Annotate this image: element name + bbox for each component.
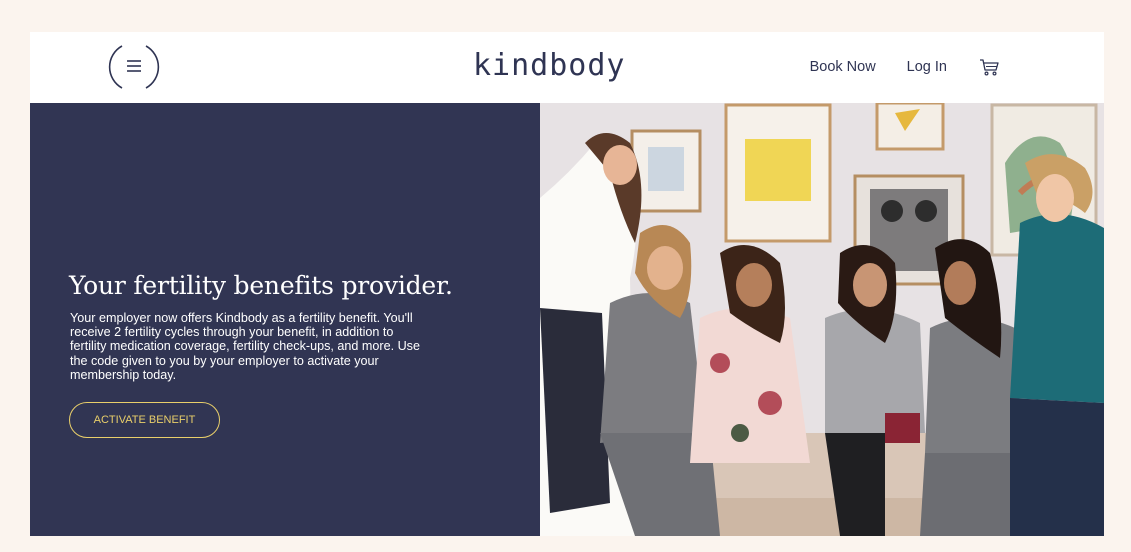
logo[interactable]: kindbody <box>473 46 626 86</box>
hero-description: Your employer now offers Kindbody as a f… <box>70 311 420 382</box>
page-frame: kindbody Book Now Log In Your fertility … <box>30 32 1104 536</box>
top-nav: Book Now Log In <box>810 56 1000 78</box>
menu-button[interactable] <box>106 42 162 92</box>
log-in-link[interactable]: Log In <box>907 59 947 75</box>
cart-icon[interactable] <box>978 56 1000 78</box>
hero-photo <box>540 103 1104 536</box>
hero-panel: Your fertility benefits provider. Your e… <box>30 103 540 536</box>
book-now-link[interactable]: Book Now <box>810 59 876 75</box>
menu-icon <box>108 45 160 89</box>
site-header: kindbody Book Now Log In <box>30 32 1104 103</box>
activate-benefit-button[interactable]: ACTIVATE BENEFIT <box>69 402 220 438</box>
group-photo-image <box>540 103 1104 536</box>
hero-title: Your fertility benefits provider. <box>69 271 453 300</box>
